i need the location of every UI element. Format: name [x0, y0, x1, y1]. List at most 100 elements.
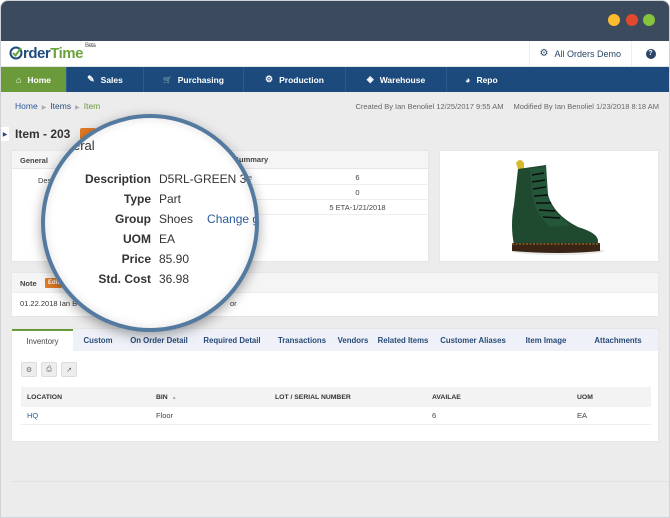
- table-row[interactable]: HQ Floor 6 EA: [21, 407, 651, 425]
- settings-button[interactable]: ⚙: [21, 362, 37, 377]
- box-icon: ◈: [366, 74, 374, 84]
- field-value: EA: [159, 232, 176, 246]
- tab-attachments[interactable]: Attachments: [581, 329, 655, 351]
- summary-row: able6: [234, 170, 429, 185]
- cart-icon: 🛒: [162, 76, 172, 84]
- breadcrumb-home[interactable]: Home: [15, 101, 38, 111]
- breadcrumb-separator-icon: ▶: [75, 105, 80, 111]
- magnifier-lens: eral Description D5RL-GREEN 35 Type Part G…: [41, 114, 259, 332]
- nav-warehouse[interactable]: ◈ Warehouse: [346, 67, 447, 92]
- field-description: Description D5RL-GREEN 35: [45, 172, 255, 192]
- nav-sales[interactable]: ✎ Sales: [67, 67, 144, 92]
- breadcrumb-items[interactable]: Items: [50, 101, 71, 111]
- tab-custom[interactable]: Custom: [73, 329, 123, 351]
- available-cell: 6: [432, 411, 437, 420]
- column-available[interactable]: AVAILAE: [432, 394, 577, 401]
- tab-related-items[interactable]: Related Items: [371, 329, 435, 351]
- column-uom[interactable]: UOM: [577, 394, 651, 401]
- summary-value: 0: [355, 187, 360, 197]
- export-icon: ↗: [66, 366, 72, 374]
- gear-icon: ⚙: [539, 48, 549, 59]
- beta-badge: Beta: [84, 43, 96, 49]
- change-group-link[interactable]: Change gro: [207, 212, 255, 232]
- note-text: 01.22.2018 Ian B: [20, 299, 78, 308]
- help-button[interactable]: ?: [631, 41, 669, 66]
- nav-label: Sales: [100, 74, 123, 85]
- created-by: Created By Ian Benoliel 12/25/2017 9:55 …: [355, 102, 504, 111]
- tab-transactions[interactable]: Transactions: [269, 329, 335, 351]
- tab-inventory[interactable]: Inventory: [12, 329, 73, 351]
- summary-value: 5 ETA-1/21/2018: [329, 202, 386, 212]
- field-value: 36.98: [159, 272, 190, 286]
- location-link[interactable]: HQ: [21, 411, 156, 420]
- nav-label: Warehouse: [379, 74, 426, 85]
- summary-row: er5 ETA-1/21/2018: [234, 200, 429, 215]
- tab-item-image[interactable]: Item Image: [511, 329, 581, 351]
- field-label: Price: [121, 252, 151, 266]
- field-uom: UOM EA: [45, 232, 255, 252]
- nav-label: Production: [279, 74, 324, 85]
- gear-icon: ⚙: [25, 366, 33, 374]
- tab-vendors[interactable]: Vendors: [335, 329, 371, 351]
- field-group: Group Shoes Change gro: [45, 212, 255, 232]
- grid-toolbar: ⚙ ⎙ ↗: [21, 362, 77, 377]
- nav-home[interactable]: ⌂ Home: [1, 67, 67, 92]
- app-window: rderTime Beta ⚙ All Orders Demo ? ⌂ Home ✎…: [0, 0, 670, 518]
- page-title: Item - 203: [15, 127, 71, 141]
- minimize-button[interactable]: [608, 14, 620, 26]
- field-type: Type Part: [45, 192, 255, 212]
- sidebar-toggle-icon[interactable]: ▶: [1, 127, 9, 141]
- field-value: 85.90: [159, 252, 190, 266]
- field-label: Group: [115, 212, 151, 226]
- note-text-tail: or: [230, 299, 237, 308]
- boot-product-image: [512, 160, 604, 255]
- nav-purchasing[interactable]: 🛒 Purchasing: [144, 67, 244, 92]
- inventory-grid: LOCATION BIN ▲ LOT / SERIAL NUMBER AVAILA…: [21, 387, 651, 425]
- field-value: Shoes: [159, 212, 194, 226]
- company-name: All Orders Demo: [554, 48, 621, 59]
- nav-production[interactable]: ⚙ Production: [244, 67, 346, 92]
- column-location[interactable]: LOCATION: [21, 394, 156, 401]
- tab-required-detail[interactable]: Required Detail: [195, 329, 269, 351]
- print-icon: ⎙: [46, 365, 52, 373]
- nav-label: Purchasing: [177, 74, 224, 85]
- magnified-general-heading: eral: [73, 138, 95, 153]
- field-label: Description: [84, 172, 151, 186]
- tab-customer-aliases[interactable]: Customer Aliases: [435, 329, 511, 351]
- summary-value: 6: [355, 172, 360, 182]
- export-button[interactable]: ↗: [61, 362, 77, 377]
- modified-by: Modified By Ian Benoliel 1/23/2018 8:18 …: [513, 102, 659, 111]
- sort-ascending-icon: ▲: [171, 394, 177, 401]
- divider: [11, 481, 669, 482]
- field-label: UOM: [123, 232, 151, 246]
- field-std-cost: Std. Cost 36.98: [45, 272, 255, 292]
- nav-label: Repo: [476, 74, 498, 85]
- uom-cell: EA: [577, 411, 588, 420]
- app-header: rderTime Beta ⚙ All Orders Demo ?: [1, 41, 669, 67]
- field-price: Price 85.90: [45, 252, 255, 272]
- maximize-button[interactable]: [643, 14, 655, 26]
- bin-cell: Floor: [156, 411, 174, 420]
- column-bin[interactable]: BIN ▲: [156, 394, 275, 401]
- tab-bar: Inventory Custom On Order Detail Require…: [12, 329, 658, 351]
- tab-on-order-detail[interactable]: On Order Detail: [123, 329, 195, 351]
- pie-chart-icon: ◕: [465, 74, 471, 85]
- ordertime-logo[interactable]: rderTime Beta: [9, 43, 96, 62]
- print-button[interactable]: ⎙: [41, 362, 57, 377]
- company-selector[interactable]: ⚙ All Orders Demo: [528, 41, 631, 66]
- question-icon: ?: [645, 48, 656, 59]
- nav-reports[interactable]: ◕ Repo: [447, 67, 517, 92]
- item-image-panel: [439, 150, 659, 262]
- breadcrumb: Home ▶ Items ▶ Item: [15, 101, 100, 111]
- column-label: BIN: [156, 393, 168, 401]
- field-value: Part: [159, 192, 182, 206]
- summary-table: able6 ed0 er5 ETA-1/21/2018: [234, 170, 429, 215]
- field-label: Std. Cost: [98, 272, 151, 286]
- title-bar: [1, 1, 669, 41]
- summary-row: ed0: [234, 185, 429, 200]
- nav-label: Home: [27, 74, 52, 85]
- column-lot-serial[interactable]: LOT / SERIAL NUMBER: [275, 394, 432, 401]
- gears-icon: ⚙: [265, 74, 274, 84]
- close-button[interactable]: [626, 14, 638, 26]
- audit-info: Created By Ian Benoliel 12/25/2017 9:55 …: [355, 102, 659, 111]
